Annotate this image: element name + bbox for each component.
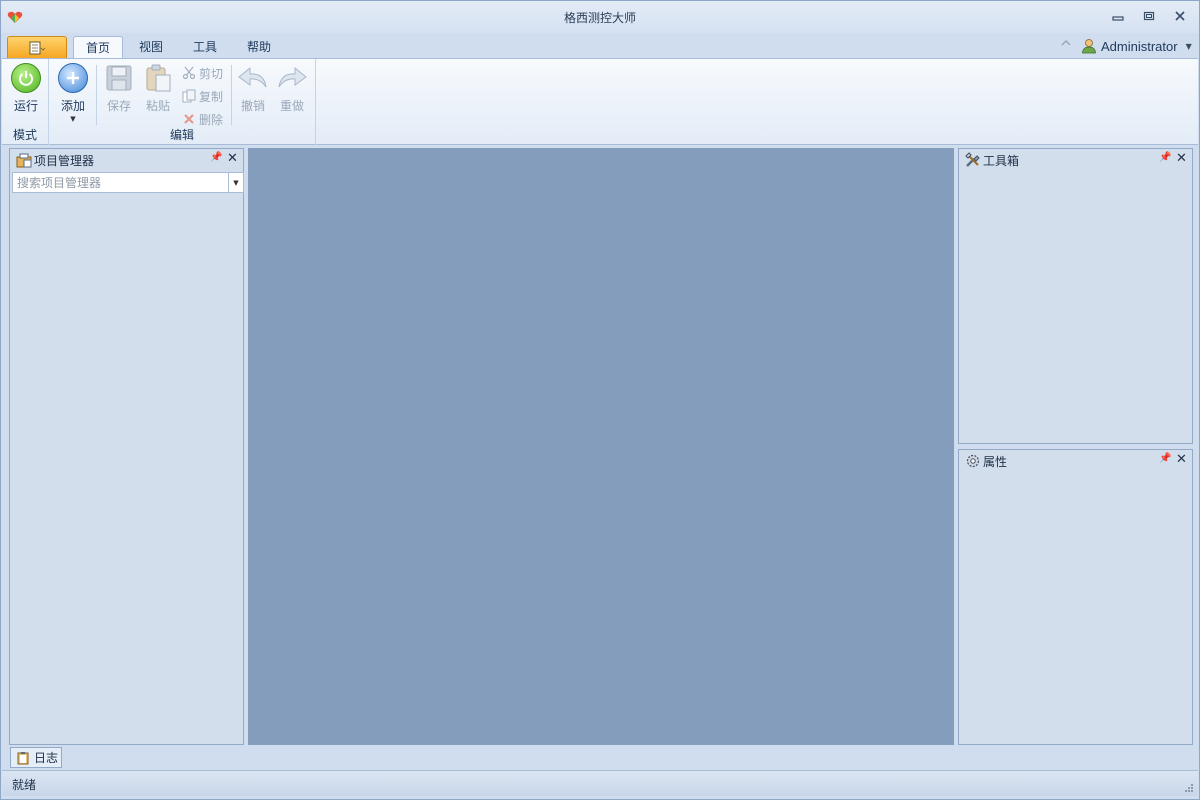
log-tab-label: 日志	[34, 751, 59, 765]
separator	[96, 65, 97, 125]
cut-label: 剪切	[199, 66, 224, 81]
panel-title: 属性	[983, 455, 1008, 469]
redo-icon	[278, 66, 307, 88]
tab-help[interactable]: 帮助	[235, 36, 283, 60]
user-icon	[1082, 39, 1096, 54]
resize-grip-icon[interactable]	[1184, 783, 1194, 793]
undo-button[interactable]: 撤销	[233, 63, 273, 114]
separator	[231, 65, 232, 125]
redo-button[interactable]: 重做	[272, 63, 312, 114]
panel-header: 工具箱 📌 ✕	[959, 149, 1192, 171]
chevron-down-icon[interactable]: ▼	[228, 173, 243, 192]
power-icon	[11, 63, 41, 93]
panel-header: 属性 📌 ✕	[959, 450, 1192, 472]
plus-circle-icon	[58, 63, 88, 93]
search-input[interactable]	[13, 173, 228, 192]
tab-tools[interactable]: 工具	[181, 36, 229, 60]
tab-log[interactable]: 日志	[10, 747, 62, 768]
scissors-icon	[182, 66, 196, 80]
group-label-edit: 编辑	[169, 128, 194, 142]
paste-icon	[146, 64, 171, 92]
pin-icon[interactable]: 📌	[1159, 453, 1171, 464]
tools-icon	[965, 152, 980, 167]
user-menu[interactable]: Administrator ▼	[1081, 37, 1192, 55]
main-window: 格西测控大师 首页 视图 工具 帮助 Administrator ▼ 运行 模式…	[0, 0, 1200, 800]
redo-label: 重做	[279, 99, 304, 113]
project-manager-panel: 项目管理器 📌 ✕ ▼	[9, 148, 244, 745]
run-button[interactable]: 运行	[6, 63, 46, 114]
title-bar: 格西测控大师	[1, 1, 1199, 33]
clipboard-icon	[17, 751, 29, 764]
ribbon-tabs-row: 首页 视图 工具 帮助 Administrator ▼	[1, 33, 1199, 61]
close-icon[interactable]: ✕	[1176, 452, 1187, 467]
close-icon[interactable]: ✕	[227, 151, 238, 166]
document-menu-icon	[29, 41, 46, 54]
window-title: 格西测控大师	[563, 11, 636, 25]
delete-icon	[184, 114, 194, 124]
copy-button[interactable]: 复制	[182, 87, 223, 105]
user-name: Administrator	[1101, 38, 1178, 54]
undo-icon	[238, 66, 267, 88]
close-icon[interactable]: ✕	[1176, 151, 1187, 166]
copy-label: 复制	[199, 89, 224, 104]
toolbox-panel: 工具箱 📌 ✕	[958, 148, 1193, 444]
add-label: 添加	[60, 99, 85, 113]
save-icon	[106, 65, 132, 91]
paste-button[interactable]: 粘贴	[138, 63, 178, 114]
panel-title: 项目管理器	[34, 154, 95, 168]
document-area	[248, 148, 954, 745]
ribbon-panel: 运行 模式 添加 ▼ 保存 粘贴 剪切 复制 删除 撤销 重做 编辑	[2, 58, 1198, 145]
save-button[interactable]: 保存	[99, 63, 139, 114]
collapse-ribbon-icon[interactable]	[1061, 39, 1071, 50]
cut-button[interactable]: 剪切	[182, 64, 223, 82]
gear-icon	[966, 454, 980, 468]
chevron-down-icon: ▼	[1185, 41, 1192, 51]
properties-panel: 属性 📌 ✕	[958, 449, 1193, 745]
status-text: 就绪	[12, 778, 37, 792]
project-search-box: ▼	[12, 172, 244, 193]
restore-icon	[1143, 11, 1155, 21]
status-bar: 就绪	[2, 770, 1198, 796]
panel-header: 项目管理器 📌 ✕	[10, 149, 243, 171]
minimize-icon	[1112, 16, 1124, 21]
delete-label: 删除	[199, 112, 224, 127]
project-folder-icon	[16, 153, 32, 168]
chevron-down-icon: ▼	[70, 115, 76, 123]
copy-icon	[182, 89, 196, 103]
ribbon-group-mode: 运行 模式	[2, 59, 49, 145]
minimize-button[interactable]	[1107, 7, 1129, 25]
add-button[interactable]: 添加 ▼	[53, 63, 93, 123]
application-menu-button[interactable]	[7, 36, 67, 59]
paste-label: 粘贴	[145, 99, 170, 113]
pin-icon[interactable]: 📌	[1159, 152, 1171, 163]
close-button[interactable]	[1169, 7, 1191, 25]
run-label: 运行	[13, 99, 38, 113]
tab-view[interactable]: 视图	[127, 36, 175, 60]
restore-button[interactable]	[1138, 7, 1160, 25]
panel-title: 工具箱	[983, 154, 1020, 168]
ribbon-group-edit: 添加 ▼ 保存 粘贴 剪切 复制 删除 撤销 重做 编辑	[49, 59, 316, 145]
group-label-mode: 模式	[12, 128, 37, 142]
close-icon	[1175, 11, 1185, 21]
pin-icon[interactable]: 📌	[210, 152, 222, 163]
save-label: 保存	[106, 99, 131, 113]
undo-label: 撤销	[240, 99, 265, 113]
